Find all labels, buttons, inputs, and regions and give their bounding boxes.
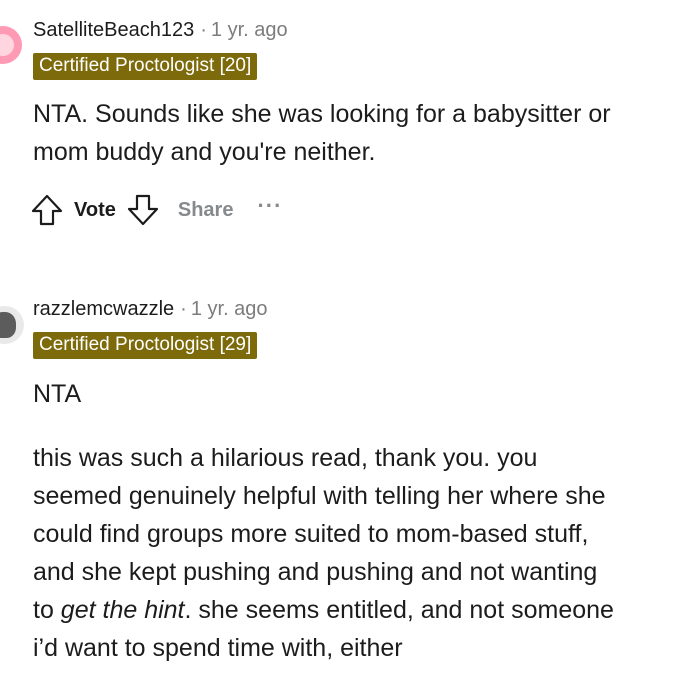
upvote-button[interactable] [30, 193, 64, 227]
comment-body-line: NTA [33, 380, 82, 408]
comment-body-line: and she kept pushing and pushing and not… [33, 558, 598, 586]
username[interactable]: razzlemcwazzle [33, 298, 174, 320]
comment-body-line: to get the hint. she seems entitled, and… [33, 596, 614, 624]
comment-meta: SatelliteBeach123 · 1 yr. ago [33, 18, 288, 42]
meta-separator: · [180, 298, 187, 320]
comment-body-line: NTA. Sounds like she was looking for a b… [33, 100, 611, 128]
downvote-button[interactable] [126, 193, 160, 227]
comment-meta: razzlemcwazzle · 1 yr. ago [33, 297, 268, 321]
comment-body-line: could find groups more suited to mom-bas… [33, 520, 589, 548]
avatar-face [0, 34, 14, 56]
comment-actions: Vote Share ··· [30, 190, 282, 230]
comment-body-line: seemed genuinely helpful with telling he… [33, 482, 606, 510]
text-prefix: to [33, 596, 61, 624]
vote-count: Vote [74, 198, 116, 221]
avatar[interactable] [0, 26, 22, 64]
downvote-icon [127, 194, 158, 226]
more-options-icon[interactable]: ··· [257, 193, 282, 219]
upvote-icon [31, 194, 63, 226]
comment-body-line: this was such a hilarious read, thank yo… [33, 444, 538, 472]
avatar[interactable] [0, 306, 24, 344]
comment-paragraph: NTA [33, 375, 673, 413]
timestamp[interactable]: 1 yr. ago [191, 298, 268, 320]
comment-body: NTA. Sounds like she was looking for a b… [33, 95, 673, 171]
share-button[interactable]: Share [178, 199, 234, 222]
user-flair: Certified Proctologist [20] [33, 53, 258, 80]
comment-body-line: mom buddy and you're neither. [33, 138, 376, 166]
comment-paragraph: this was such a hilarious read, thank yo… [33, 439, 673, 667]
timestamp[interactable]: 1 yr. ago [211, 19, 288, 41]
meta-separator: · [200, 19, 207, 41]
comment-body-line: i’d want to spend time with, either [33, 634, 403, 662]
emphasis-text: get the hint [60, 596, 185, 624]
avatar-face [0, 312, 16, 338]
user-flair: Certified Proctologist [29] [33, 332, 258, 359]
username[interactable]: SatelliteBeach123 [33, 19, 194, 41]
text-suffix: . she seems entitled, and not someone [184, 596, 614, 624]
